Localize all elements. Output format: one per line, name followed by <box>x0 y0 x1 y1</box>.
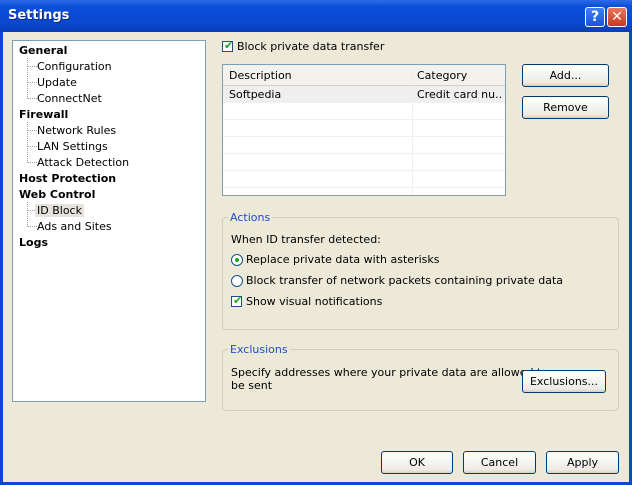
table-row[interactable]: Softpedia Credit card nu... <box>223 86 505 103</box>
add-button[interactable]: Add... <box>522 64 609 87</box>
table-row-empty <box>223 154 505 171</box>
close-icon: ✕ <box>611 9 623 25</box>
radio-dot <box>235 258 239 262</box>
tree-node-host-protection[interactable]: Host Protection <box>19 172 116 185</box>
tree-connector <box>27 226 37 227</box>
replace-radio-label: Replace private data with asterisks <box>246 253 440 266</box>
checkmark-icon: ✔ <box>224 39 234 52</box>
list-header: Description Category <box>223 65 505 86</box>
window-title: Settings <box>8 8 70 23</box>
tree-item-update[interactable]: Update <box>37 76 77 89</box>
tree-item-network-rules[interactable]: Network Rules <box>37 124 116 137</box>
help-icon: ? <box>590 9 600 25</box>
tree-connector <box>27 98 37 99</box>
table-row-empty <box>223 103 505 120</box>
show-notifications-label: Show visual notifications <box>246 295 383 308</box>
column-header-description[interactable]: Description <box>229 69 292 82</box>
remove-button[interactable]: Remove <box>522 96 609 119</box>
block-private-label: Block private data transfer <box>237 40 385 53</box>
tree-connector <box>27 122 28 163</box>
show-notifications-checkbox[interactable]: ✔ <box>231 294 243 307</box>
tree-connector <box>27 202 28 227</box>
table-row-empty <box>223 171 505 188</box>
exclusions-button[interactable]: Exclusions... <box>522 370 606 393</box>
checkmark-icon: ✔ <box>233 294 243 307</box>
tree-connector <box>27 82 37 83</box>
tree-item-attack-detection[interactable]: Attack Detection <box>37 156 129 169</box>
ok-button[interactable]: OK <box>381 451 453 474</box>
table-row-empty <box>223 137 505 154</box>
apply-button[interactable]: Apply <box>546 451 619 474</box>
exclusions-text-line2: be sent <box>231 379 273 392</box>
table-row-empty <box>223 120 505 137</box>
title-bar[interactable]: Settings ? ✕ <box>0 0 632 32</box>
tree-item-id-block[interactable]: ID Block <box>35 204 84 217</box>
cancel-button[interactable]: Cancel <box>463 451 536 474</box>
help-button[interactable]: ? <box>585 7 605 27</box>
private-data-list[interactable]: Description Category Softpedia Credit ca… <box>222 64 506 196</box>
tree-node-firewall[interactable]: Firewall <box>19 108 68 121</box>
tree-item-connectnet[interactable]: ConnectNet <box>37 92 102 105</box>
tree-item-configuration[interactable]: Configuration <box>37 60 112 73</box>
cell-category: Credit card nu... <box>417 88 503 101</box>
tree-node-logs[interactable]: Logs <box>19 236 48 249</box>
tree-connector <box>27 146 37 147</box>
block-transfer-radio-label: Block transfer of network packets contai… <box>246 274 564 287</box>
tree-connector <box>27 130 37 131</box>
close-button[interactable]: ✕ <box>607 7 627 27</box>
tree-item-lan-settings[interactable]: LAN Settings <box>37 140 108 153</box>
settings-tree[interactable]: General Configuration Update ConnectNet … <box>12 40 206 402</box>
column-header-category[interactable]: Category <box>417 69 467 82</box>
block-transfer-radio[interactable] <box>231 275 243 287</box>
when-detected-label: When ID transfer detected: <box>231 233 381 246</box>
actions-group-title: Actions <box>228 211 273 224</box>
tree-connector <box>27 162 37 163</box>
exclusions-group-title: Exclusions <box>228 343 290 356</box>
tree-connector <box>27 58 28 99</box>
cell-description: Softpedia <box>229 88 282 101</box>
block-private-checkbox[interactable]: ✔ <box>222 39 234 52</box>
tree-item-ads-and-sites[interactable]: Ads and Sites <box>37 220 112 233</box>
replace-radio[interactable] <box>231 254 243 266</box>
tree-node-web-control[interactable]: Web Control <box>19 188 95 201</box>
exclusions-text-line1: Specify addresses where your private dat… <box>231 366 549 379</box>
tree-connector <box>27 66 37 67</box>
tree-node-general[interactable]: General <box>19 44 67 57</box>
